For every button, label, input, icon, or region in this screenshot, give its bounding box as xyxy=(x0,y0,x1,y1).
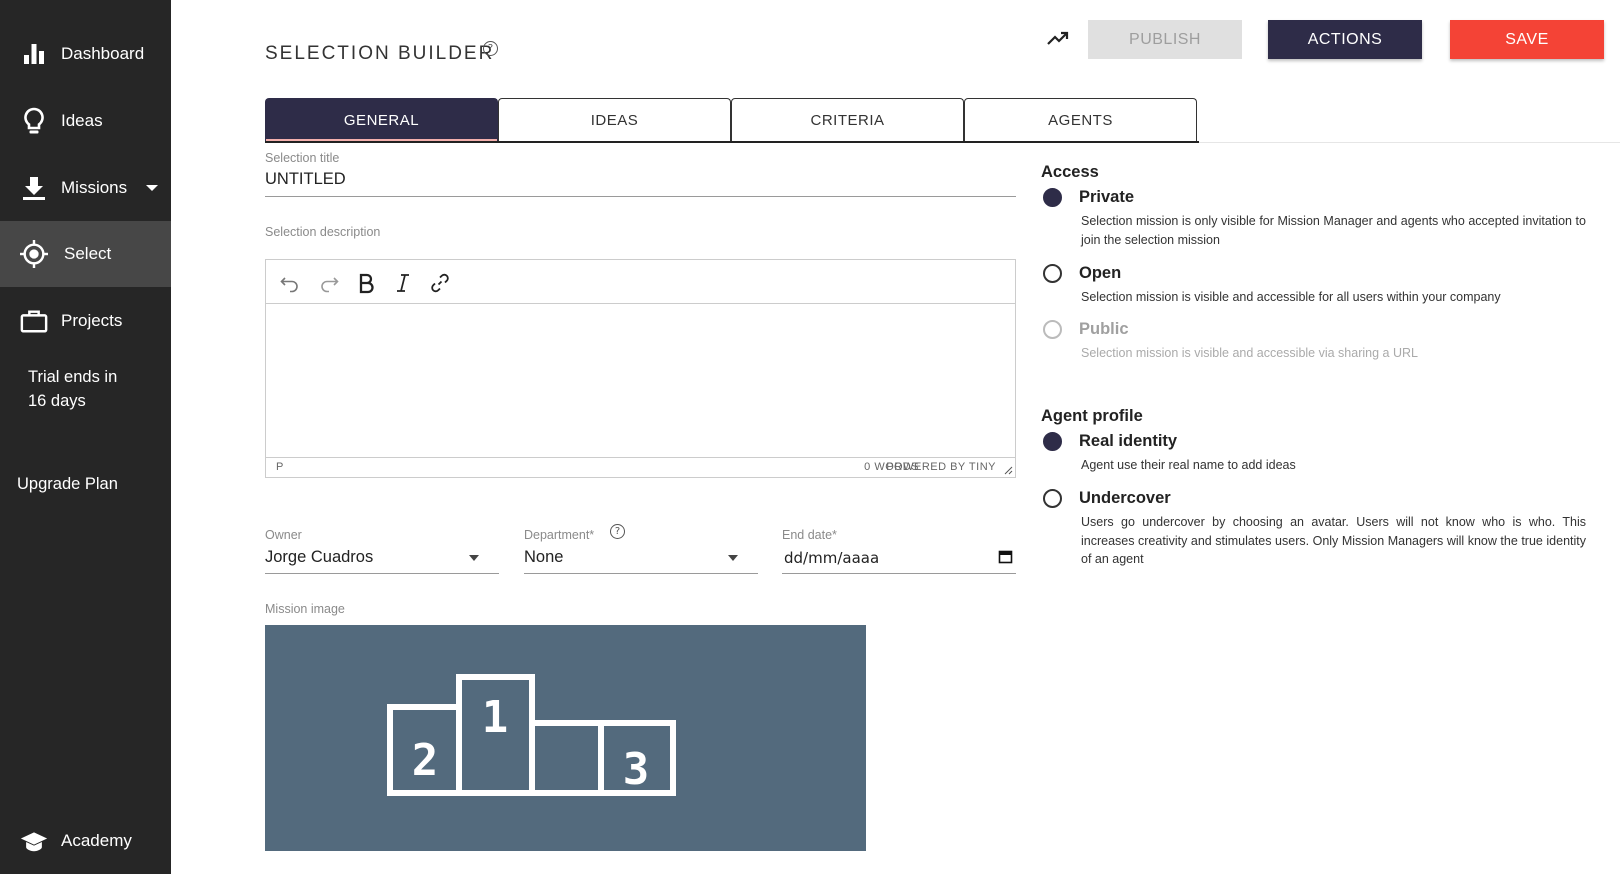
italic-icon[interactable] xyxy=(390,270,416,296)
trial-days: 16 days xyxy=(28,392,86,410)
chevron-down-icon[interactable] xyxy=(728,555,738,561)
podium-icon: 1 2 3 xyxy=(387,674,676,796)
sidebar-item-academy[interactable]: Academy xyxy=(0,822,171,862)
agent-undercover-desc: Users go undercover by choosing an avata… xyxy=(1081,515,1586,566)
mission-image-label: Mission image xyxy=(265,602,345,616)
undo-icon[interactable] xyxy=(277,270,303,296)
bar-chart-icon xyxy=(20,40,48,68)
agent-real-identity-desc: Agent use their real name to add ideas xyxy=(1081,458,1296,472)
podium-third: 3 xyxy=(623,744,650,795)
department-underline xyxy=(524,573,758,574)
sidebar-item-missions[interactable]: Missions xyxy=(0,155,171,221)
tabs-divider xyxy=(265,141,1199,143)
access-public-radio[interactable] xyxy=(1043,320,1062,339)
tab-bar: GENERAL IDEAS CRITERIA AGENTS xyxy=(265,98,1197,142)
page-title: SELECTION BUILDER xyxy=(265,43,495,64)
agent-undercover-radio[interactable] xyxy=(1043,489,1062,508)
save-button[interactable]: SAVE xyxy=(1450,20,1604,59)
bold-icon[interactable] xyxy=(353,270,379,296)
selection-title-underline xyxy=(265,196,1016,197)
access-title: Access xyxy=(1041,163,1099,181)
podium-second: 2 xyxy=(412,735,439,786)
resize-handle-icon[interactable] xyxy=(1003,465,1013,475)
selection-description-label: Selection description xyxy=(265,225,381,239)
access-open-desc: Selection mission is visible and accessi… xyxy=(1081,290,1501,304)
trending-up-icon[interactable] xyxy=(1046,26,1070,50)
selection-title-input[interactable]: UNTITLED xyxy=(265,170,346,189)
sidebar-item-ideas[interactable]: Ideas xyxy=(0,88,171,154)
tab-ideas[interactable]: IDEAS xyxy=(498,98,731,142)
podium-first: 1 xyxy=(482,692,509,743)
upgrade-plan-link[interactable]: Upgrade Plan xyxy=(17,475,118,494)
sidebar-item-label: Projects xyxy=(61,311,123,330)
actions-button[interactable]: ACTIONS xyxy=(1268,20,1422,59)
editor-statusbar: P 0 WORDS POWERED BY TINY xyxy=(266,457,1015,477)
owner-underline xyxy=(265,573,499,574)
access-public-desc: Selection mission is visible and accessi… xyxy=(1081,346,1418,360)
chevron-down-icon[interactable] xyxy=(146,185,158,191)
sidebar: Dashboard Ideas Missions Select Projects… xyxy=(0,0,171,874)
department-select[interactable]: None xyxy=(524,548,563,567)
tab-agents[interactable]: AGENTS xyxy=(964,98,1197,142)
tab-general[interactable]: GENERAL xyxy=(265,98,498,142)
owner-label: Owner xyxy=(265,528,302,542)
sidebar-item-select[interactable]: Select xyxy=(0,221,171,287)
department-label: Department* xyxy=(524,528,595,542)
description-editor: P 0 WORDS POWERED BY TINY xyxy=(265,259,1016,478)
sidebar-item-label: Missions xyxy=(61,178,128,197)
trial-notice: Trial ends in 16 days xyxy=(28,365,117,413)
redo-icon[interactable] xyxy=(316,270,342,296)
end-date-underline xyxy=(782,573,1016,574)
calendar-icon[interactable] xyxy=(998,549,1013,564)
sidebar-item-label: Dashboard xyxy=(61,44,145,63)
download-icon xyxy=(20,174,48,202)
graduation-cap-icon xyxy=(20,828,48,856)
access-private-label[interactable]: Private xyxy=(1079,188,1134,207)
tabs-divider-extension xyxy=(1199,142,1620,143)
access-open-label[interactable]: Open xyxy=(1079,264,1121,283)
sidebar-item-projects[interactable]: Projects xyxy=(0,288,171,354)
trial-line: Trial ends in xyxy=(28,368,118,386)
editor-element-path: P xyxy=(276,461,284,473)
publish-button[interactable]: PUBLISH xyxy=(1088,20,1242,59)
end-date-label: End date* xyxy=(782,528,837,542)
access-public-label[interactable]: Public xyxy=(1079,320,1129,339)
agent-real-identity-label[interactable]: Real identity xyxy=(1079,432,1177,451)
owner-select[interactable]: Jorge Cuadros xyxy=(265,548,373,567)
link-icon[interactable] xyxy=(427,270,453,296)
access-open-radio[interactable] xyxy=(1043,264,1062,283)
sidebar-item-label: Ideas xyxy=(61,111,103,130)
access-private-desc: Selection mission is only visible for Mi… xyxy=(1081,214,1586,247)
agent-profile-title: Agent profile xyxy=(1041,407,1143,425)
sidebar-item-label: Select xyxy=(64,244,112,263)
briefcase-icon xyxy=(20,307,48,335)
help-icon[interactable]: ? xyxy=(610,524,625,539)
chevron-down-icon[interactable] xyxy=(469,555,479,561)
tab-criteria[interactable]: CRITERIA xyxy=(731,98,964,142)
crosshair-icon xyxy=(20,240,48,268)
selection-title-label: Selection title xyxy=(265,151,340,165)
sidebar-item-dashboard[interactable]: Dashboard xyxy=(0,21,171,87)
agent-undercover-label[interactable]: Undercover xyxy=(1079,489,1171,508)
editor-toolbar xyxy=(266,260,1015,304)
access-private-radio[interactable] xyxy=(1043,188,1062,207)
sidebar-item-label: Academy xyxy=(61,831,132,850)
help-icon[interactable]: ? xyxy=(483,41,498,56)
lightbulb-icon xyxy=(20,107,48,135)
mission-image[interactable]: 1 2 3 xyxy=(265,625,866,851)
editor-powered-by[interactable]: POWERED BY TINY xyxy=(886,461,996,473)
end-date-input[interactable]: dd/mm/aaaa xyxy=(784,549,879,567)
agent-real-identity-radio[interactable] xyxy=(1043,432,1062,451)
